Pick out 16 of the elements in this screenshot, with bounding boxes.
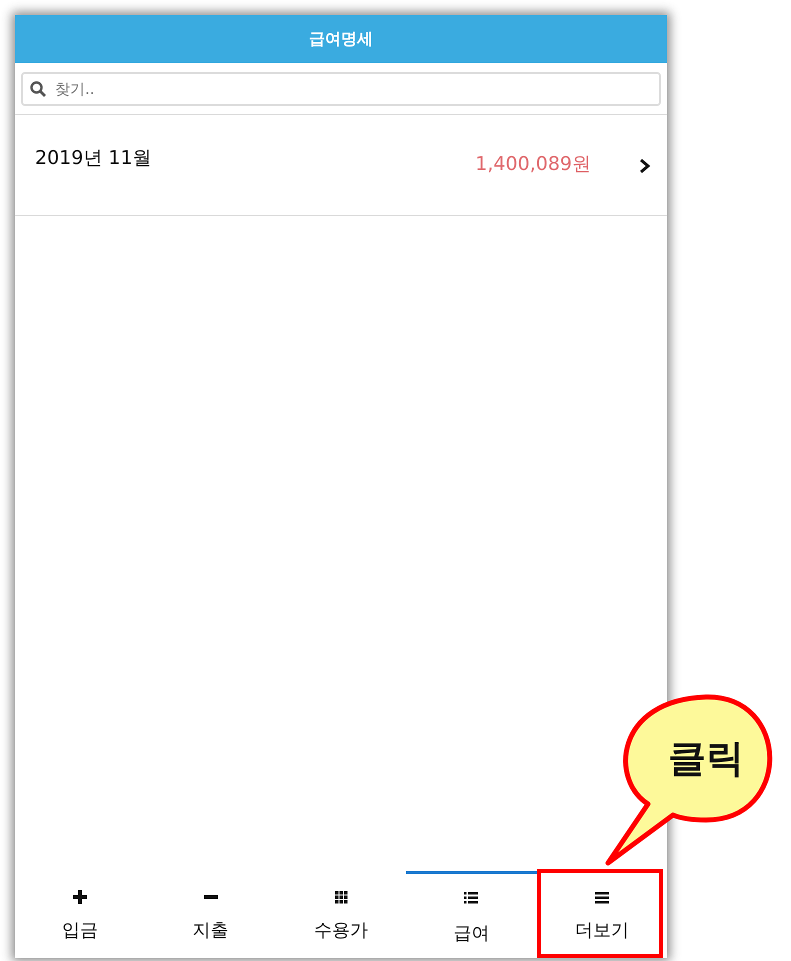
minus-icon — [204, 895, 218, 899]
row-label: 2019년 11월 — [35, 146, 153, 171]
tab[interactable]: 더보기 — [536, 871, 668, 958]
chevron-icon — [639, 158, 651, 174]
tab[interactable]: 입금 — [15, 871, 146, 958]
callout-text: 클릭 — [668, 735, 744, 782]
search-field[interactable]: 찾기.. — [21, 72, 661, 106]
grid-icon — [332, 888, 350, 906]
header-title: 급여명세 — [15, 15, 667, 63]
list-row[interactable]: 2019년 11월 1,400,089원 — [15, 115, 667, 216]
search-icon — [29, 80, 47, 98]
tab[interactable]: 수용가 — [276, 871, 406, 958]
plus-icon — [71, 888, 90, 906]
row-amount: 1,400,089원 — [475, 152, 591, 177]
tab[interactable]: 급여 — [406, 871, 537, 958]
tab[interactable]: 지출 — [145, 871, 276, 958]
